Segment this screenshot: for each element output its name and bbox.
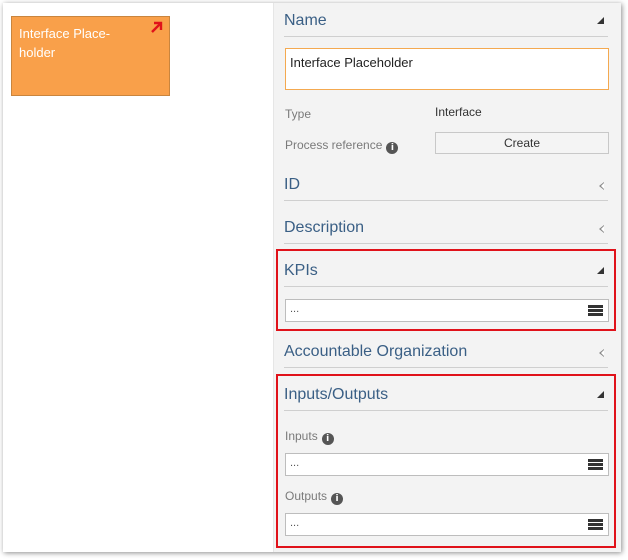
- app-window: Interface Place-holder Name Interface Pl…: [3, 3, 621, 552]
- section-accountable-org-title: Accountable Organization: [284, 343, 468, 360]
- process-reference-row: Process reference i: [285, 138, 399, 154]
- type-value: Interface: [435, 105, 482, 119]
- section-description-title: Description: [284, 219, 365, 236]
- section-accountable-org-header[interactable]: Accountable Organization: [284, 338, 608, 368]
- expand-icon[interactable]: [599, 225, 604, 233]
- interface-placeholder-shape[interactable]: Interface Place-holder: [11, 16, 170, 96]
- type-label: Type: [285, 107, 312, 121]
- section-name-header[interactable]: Name: [284, 7, 608, 37]
- section-id-header[interactable]: ID: [284, 171, 608, 201]
- section-name-title: Name: [284, 12, 327, 29]
- section-id-title: ID: [284, 176, 300, 193]
- create-button[interactable]: Create: [435, 132, 609, 154]
- process-reference-label: Process reference: [285, 138, 383, 152]
- shape-label: Interface Place-holder: [19, 26, 111, 60]
- collapse-icon[interactable]: [597, 17, 604, 24]
- properties-panel: Name Interface Placeholder Type Interfac…: [273, 3, 621, 552]
- diagram-canvas[interactable]: Interface Place-holder: [3, 3, 273, 552]
- expand-icon[interactable]: [599, 349, 604, 357]
- link-arrow-icon[interactable]: [150, 20, 164, 34]
- info-icon[interactable]: i: [386, 142, 399, 154]
- expand-icon[interactable]: [599, 182, 604, 190]
- kpis-highlight-box: [276, 249, 616, 331]
- inputs-outputs-highlight-box: [276, 374, 616, 548]
- name-field[interactable]: Interface Placeholder: [285, 48, 609, 90]
- section-description-header[interactable]: Description: [284, 214, 608, 244]
